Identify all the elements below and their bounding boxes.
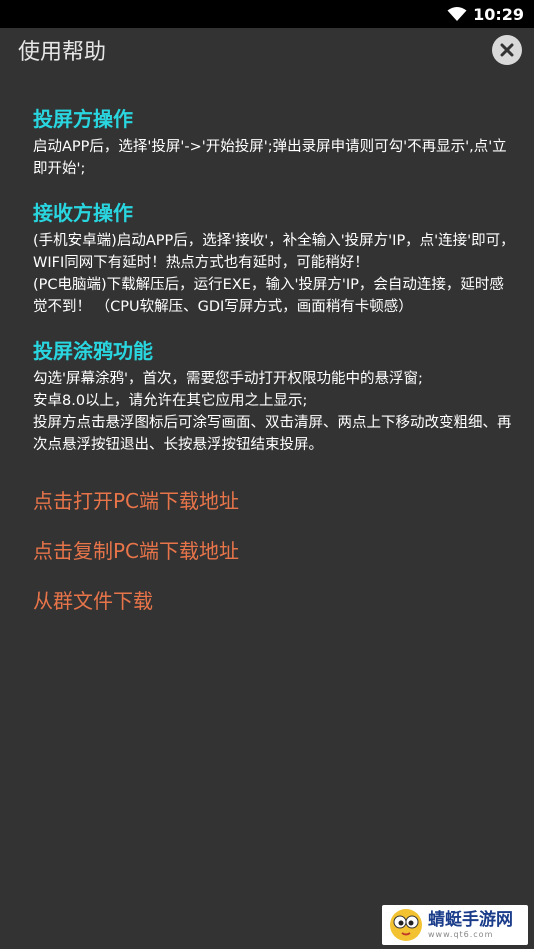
section-receive: 接收方操作 (手机安卓端)启动APP后，选择'接收'，补全输入'投屏方'IP，点… [33,200,516,318]
copy-pc-download-link[interactable]: 点击复制PC端下载地址 [33,538,516,564]
watermark-name: 蜻蜓手游网 [428,909,513,930]
dialog-header: 使用帮助 [0,28,534,72]
section-paragraph: 勾选'屏幕涂鸦'，首次，需要您手动打开权限功能中的悬浮窗; [33,371,423,387]
wifi-icon [447,6,467,22]
page-title: 使用帮助 [18,40,107,65]
section-paragraph: (PC电脑端)下载解压后，运行EXE，输入'投屏方'IP，会自动连接，延时感觉不… [33,277,504,315]
section-title: 投屏方操作 [33,107,133,131]
open-pc-download-link[interactable]: 点击打开PC端下载地址 [33,488,516,514]
section-doodle: 投屏涂鸦功能 勾选'屏幕涂鸦'，首次，需要您手动打开权限功能中的悬浮窗; 安卓8… [33,338,516,456]
mascot-icon [390,909,422,941]
watermark-logo: 蜻蜓手游网 www.qt6.com [382,905,528,945]
section-paragraph: 启动APP后，选择'投屏'->'开始投屏';弹出录屏申请则可勾'不再显示',点'… [33,139,507,177]
status-bar: 10:29 [0,0,534,28]
section-paragraph: (手机安卓端)启动APP后，选择'接收'，补全输入'投屏方'IP，点'连接'即可… [33,233,515,271]
watermark-brand: 蜻蜓手游网 www.qt6.com [428,909,513,939]
help-content: 投屏方操作 启动APP后，选择'投屏'->'开始投屏';弹出录屏申请则可勾'不再… [0,72,534,614]
close-button[interactable] [492,35,522,65]
section-paragraph: 安卓8.0以上，请允许在其它应用之上显示; [33,393,308,409]
status-time: 10:29 [473,4,524,24]
section-cast: 投屏方操作 启动APP后，选择'投屏'->'开始投屏';弹出录屏申请则可勾'不再… [33,106,516,180]
download-links: 点击打开PC端下载地址 点击复制PC端下载地址 从群文件下载 [33,488,516,614]
section-title: 接收方操作 [33,201,133,225]
section-paragraph: 投屏方点击悬浮图标后可涂写画面、双击清屏、两点上下移动改变粗细、再次点悬浮按钮退… [33,415,512,453]
group-file-download-link[interactable]: 从群文件下载 [33,588,516,614]
watermark-url: www.qt6.com [428,929,494,939]
close-icon [500,43,514,57]
section-title: 投屏涂鸦功能 [33,339,153,363]
